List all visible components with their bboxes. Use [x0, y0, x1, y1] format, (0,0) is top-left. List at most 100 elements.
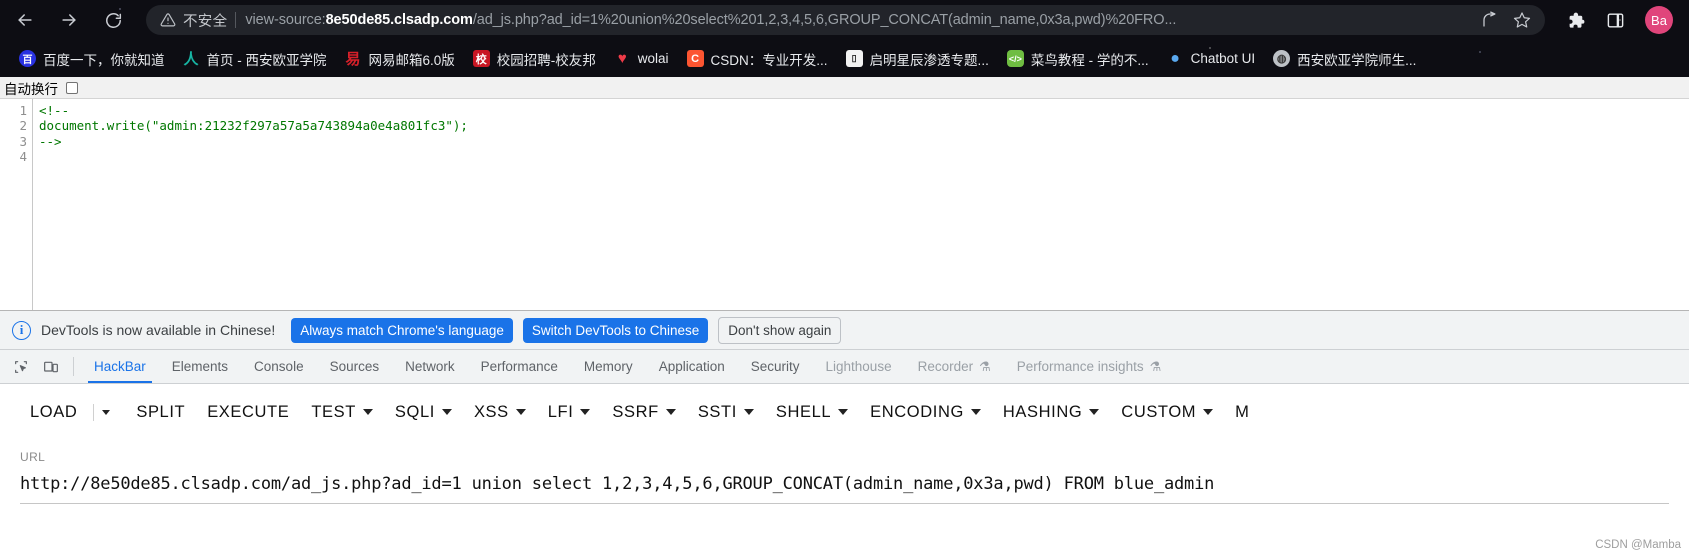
navigation-row: 不安全 view-source:8e50de85.clsadp.com/ad_j… — [0, 0, 1689, 40]
button-label: XSS — [473, 402, 509, 421]
hackbar-split-button[interactable]: SPLIT — [126, 397, 195, 428]
bookmarks-bar: 百百度一下，你就知道 人首页 - 西安欧亚学院 易网易邮箱6.0版 校校园招聘-… — [0, 40, 1689, 77]
toolbar-divider — [73, 357, 74, 376]
source-code-text: <!-- document.write("admin:21232f297a57a… — [39, 103, 468, 149]
always-match-language-button[interactable]: Always match Chrome's language — [291, 317, 513, 343]
browser-chrome: 不安全 view-source:8e50de85.clsadp.com/ad_j… — [0, 0, 1689, 77]
devtools-panel: i DevTools is now available in Chinese! … — [0, 310, 1689, 554]
hackbar-lfi-menu[interactable]: LFI — [538, 397, 601, 428]
xiaoyoubang-icon: 校 — [472, 50, 490, 67]
hackbar-ssrf-menu[interactable]: SSRF — [602, 397, 685, 428]
csdn-icon: C — [686, 50, 704, 67]
switch-devtools-language-button[interactable]: Switch DevTools to Chinese — [522, 317, 709, 343]
bookmark-item[interactable]: ▯ 启明星辰渗透专题... — [837, 46, 998, 72]
tab-performance[interactable]: Performance — [468, 350, 571, 383]
hackbar-ssti-menu[interactable]: SSTI — [688, 397, 764, 428]
bookmark-item[interactable]: ● Chatbot UI — [1158, 47, 1265, 70]
button-label: ENCODING — [870, 402, 964, 421]
tab-label: Application — [658, 359, 725, 374]
not-secure-warning-icon — [160, 12, 176, 28]
bookmark-item[interactable]: 校校园招聘-校友邦 — [464, 46, 605, 72]
hackbar-shell-menu[interactable]: SHELL — [766, 397, 858, 428]
inspect-element-icon[interactable] — [6, 350, 36, 383]
hackbar-sqli-menu[interactable]: SQLI — [385, 397, 462, 428]
hackbar-more-menu[interactable]: M — [1225, 397, 1259, 428]
tab-label: Security — [750, 359, 800, 374]
chevron-down-icon — [441, 409, 452, 415]
share-icon[interactable] — [1481, 11, 1499, 29]
tab-hackbar[interactable]: HackBar — [81, 350, 159, 383]
netease-mail-icon: 易 — [345, 51, 361, 67]
chevron-down-icon — [838, 409, 849, 415]
hackbar-execute-button[interactable]: EXECUTE — [197, 397, 299, 428]
bookmark-item[interactable]: 百百度一下，你就知道 — [10, 46, 174, 72]
bookmark-label: 百度一下，你就知道 — [43, 52, 165, 68]
dont-show-again-button[interactable]: Don't show again — [718, 316, 842, 344]
devtools-language-banner: i DevTools is now available in Chinese! … — [0, 311, 1689, 350]
bookmark-item[interactable]: </> 菜鸟教程 - 学的不... — [998, 46, 1158, 72]
tab-application[interactable]: Application — [646, 350, 738, 383]
button-label: EXECUTE — [207, 402, 290, 421]
eurasia-icon: 人 — [183, 51, 199, 67]
back-button[interactable] — [8, 3, 42, 37]
bookmark-label: 校园招聘-校友邦 — [496, 52, 596, 68]
extensions-icon[interactable] — [1567, 11, 1586, 30]
chevron-down-icon — [743, 409, 754, 415]
bookmark-item[interactable]: 人首页 - 西安欧亚学院 — [174, 46, 336, 72]
tab-network[interactable]: Network — [392, 350, 468, 383]
reload-icon — [105, 12, 121, 28]
bookmark-label: 西安欧亚学院师生... — [1297, 52, 1417, 68]
bookmark-label: wolai — [637, 51, 669, 66]
devtools-tabbar: HackBar Elements Console Sources Network… — [0, 350, 1689, 384]
chevron-down-icon — [1089, 409, 1100, 415]
bookmark-label: 启明星辰渗透专题... — [869, 52, 989, 68]
line-number: 3 — [19, 133, 27, 149]
tab-label: Memory — [583, 359, 633, 374]
banner-message: DevTools is now available in Chinese! — [41, 322, 276, 338]
line-number-gutter: 1234 — [0, 99, 33, 310]
view-source-page: 自动换行 1234 <!-- document.write("admin:212… — [0, 77, 1689, 310]
hackbar-load-dropdown[interactable] — [93, 403, 118, 421]
forward-button[interactable] — [52, 3, 86, 37]
button-label: SSRF — [612, 402, 659, 421]
bookmark-item[interactable]: ◍ 西安欧亚学院师生... — [1264, 46, 1425, 72]
tab-console[interactable]: Console — [241, 350, 317, 383]
profile-avatar[interactable]: Ba — [1645, 6, 1673, 34]
bookmark-label: CSDN：专业开发... — [710, 52, 828, 68]
bookmark-item[interactable]: 易网易邮箱6.0版 — [336, 46, 464, 72]
hackbar-test-menu[interactable]: TEST — [301, 397, 383, 428]
address-bar[interactable]: 不安全 view-source:8e50de85.clsadp.com/ad_j… — [146, 5, 1545, 35]
line-wrap-checkbox[interactable] — [66, 81, 78, 94]
wolai-heart-icon: ♥ — [617, 50, 627, 67]
button-label: CUSTOM — [1121, 402, 1197, 421]
tab-memory[interactable]: Memory — [571, 350, 646, 383]
hackbar-xss-menu[interactable]: XSS — [464, 397, 536, 428]
watermark-text: CSDN @Mamba — [1595, 539, 1681, 551]
hackbar-load-button[interactable]: LOAD — [20, 397, 87, 428]
hackbar-encoding-menu[interactable]: ENCODING — [860, 397, 991, 428]
line-number: 2 — [19, 118, 27, 134]
baidu-icon: 百 — [19, 50, 36, 67]
hackbar-hashing-menu[interactable]: HASHING — [993, 397, 1109, 428]
bookmark-star-icon[interactable] — [1513, 11, 1531, 29]
browser-toolbar-right: Ba — [1545, 6, 1689, 34]
bookmark-item[interactable]: ♥ wolai — [605, 47, 678, 70]
hackbar-custom-menu[interactable]: CUSTOM — [1111, 397, 1223, 428]
reload-button[interactable] — [96, 3, 130, 37]
device-toolbar-icon[interactable] — [36, 350, 66, 383]
tab-performance-insights[interactable]: Performance insights ⚗ — [1004, 350, 1174, 383]
tab-elements[interactable]: Elements — [159, 350, 241, 383]
tab-label: Performance — [480, 359, 558, 374]
line-wrap-label: 自动换行 — [4, 81, 58, 97]
url-input[interactable] — [20, 474, 1669, 504]
chatbot-icon: ● — [1170, 50, 1180, 67]
tab-recorder[interactable]: Recorder ⚗ — [905, 350, 1004, 383]
tab-security[interactable]: Security — [738, 350, 813, 383]
side-panel-icon[interactable] — [1606, 11, 1625, 30]
button-label: SSTI — [697, 402, 737, 421]
url-path: /ad_js.php?ad_id=1%20union%20select%201,… — [472, 12, 1177, 28]
tab-lighthouse[interactable]: Lighthouse — [813, 350, 905, 383]
url-scheme: view-source: — [245, 12, 326, 28]
bookmark-item[interactable]: C CSDN：专业开发... — [678, 46, 837, 72]
tab-sources[interactable]: Sources — [317, 350, 393, 383]
